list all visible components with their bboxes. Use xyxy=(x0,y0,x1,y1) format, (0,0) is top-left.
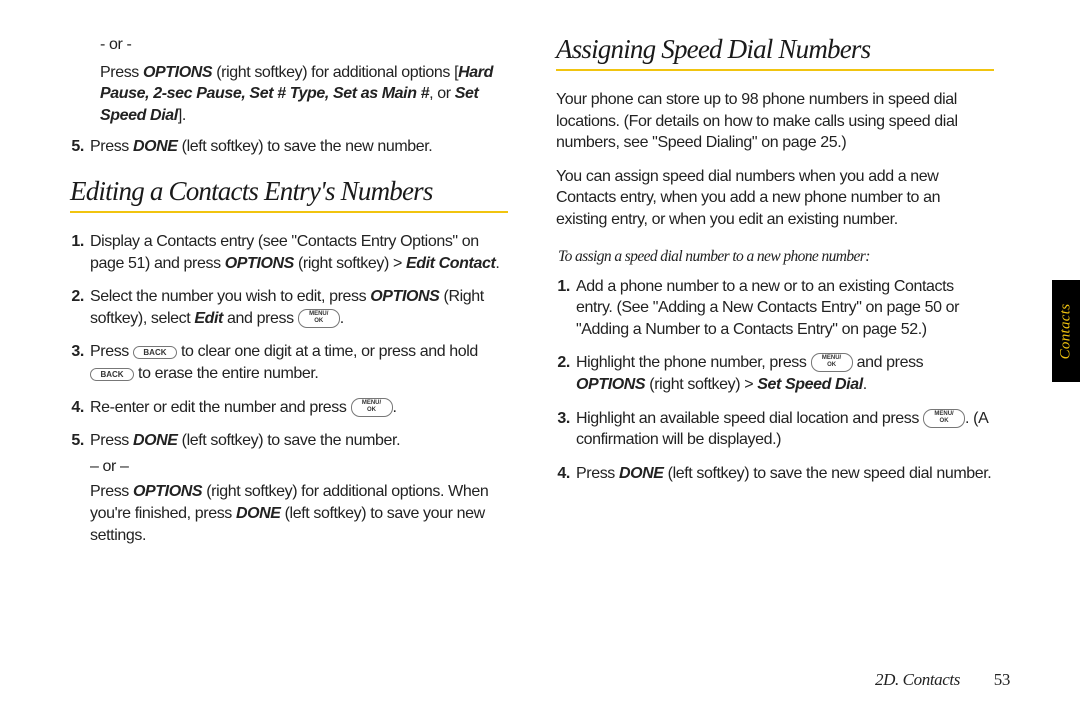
edit-step-2: Select the number you wish to edit, pres… xyxy=(88,286,508,329)
back-key-icon: BACK xyxy=(133,346,177,359)
edit-step-4: Re-enter or edit the number and press ME… xyxy=(88,397,508,419)
right-column: Assigning Speed Dial Numbers Your phone … xyxy=(556,34,994,558)
assign-step-3: Highlight an available speed dial locati… xyxy=(574,408,994,451)
intro-para-2: You can assign speed dial numbers when y… xyxy=(556,166,994,231)
heading-edit-numbers: Editing a Contacts Entry's Numbers xyxy=(70,176,508,207)
intro-para-1: Your phone can store up to 98 phone numb… xyxy=(556,89,994,154)
manual-page: - or - Press OPTIONS (right softkey) for… xyxy=(0,0,1080,720)
section-tab-label: Contacts xyxy=(1058,303,1075,359)
continued-list: Press DONE (left softkey) to save the ne… xyxy=(70,136,508,158)
assign-step-4: Press DONE (left softkey) to save the ne… xyxy=(574,463,994,485)
section-tab: Contacts xyxy=(1052,280,1080,382)
assign-step-2: Highlight the phone number, press MENU/O… xyxy=(574,352,994,395)
edit-step-1: Display a Contacts entry (see "Contacts … xyxy=(88,231,508,274)
heading-underline xyxy=(70,211,508,213)
options-note: Press OPTIONS (right softkey) for additi… xyxy=(100,62,508,127)
subheading-assign: To assign a speed dial number to a new p… xyxy=(558,247,994,268)
edit-steps: Display a Contacts entry (see "Contacts … xyxy=(70,231,508,546)
menu-ok-key-icon: MENU/OK xyxy=(298,309,340,328)
assign-step-1: Add a phone number to a new or to an exi… xyxy=(574,276,994,341)
heading-speed-dial: Assigning Speed Dial Numbers xyxy=(556,34,994,65)
step-5-save: Press DONE (left softkey) to save the ne… xyxy=(88,136,508,158)
assign-steps: Add a phone number to a new or to an exi… xyxy=(556,276,994,485)
back-key-icon: BACK xyxy=(90,368,134,381)
page-footer: 2D. Contacts 53 xyxy=(875,670,1010,690)
or-separator: – or – xyxy=(90,456,508,478)
or-separator: - or - xyxy=(100,34,508,56)
continued-block: - or - Press OPTIONS (right softkey) for… xyxy=(70,34,508,126)
menu-ok-key-icon: MENU/OK xyxy=(811,353,853,372)
edit-step-5: Press DONE (left softkey) to save the nu… xyxy=(88,430,508,546)
menu-ok-key-icon: MENU/OK xyxy=(923,409,965,428)
page-number: 53 xyxy=(994,670,1010,689)
content-columns: - or - Press OPTIONS (right softkey) for… xyxy=(70,34,1020,558)
section-label: 2D. Contacts xyxy=(875,670,960,689)
heading-underline xyxy=(556,69,994,71)
menu-ok-key-icon: MENU/OK xyxy=(351,398,393,417)
edit-step-3: Press BACK to clear one digit at a time,… xyxy=(88,341,508,384)
left-column: - or - Press OPTIONS (right softkey) for… xyxy=(70,34,508,558)
